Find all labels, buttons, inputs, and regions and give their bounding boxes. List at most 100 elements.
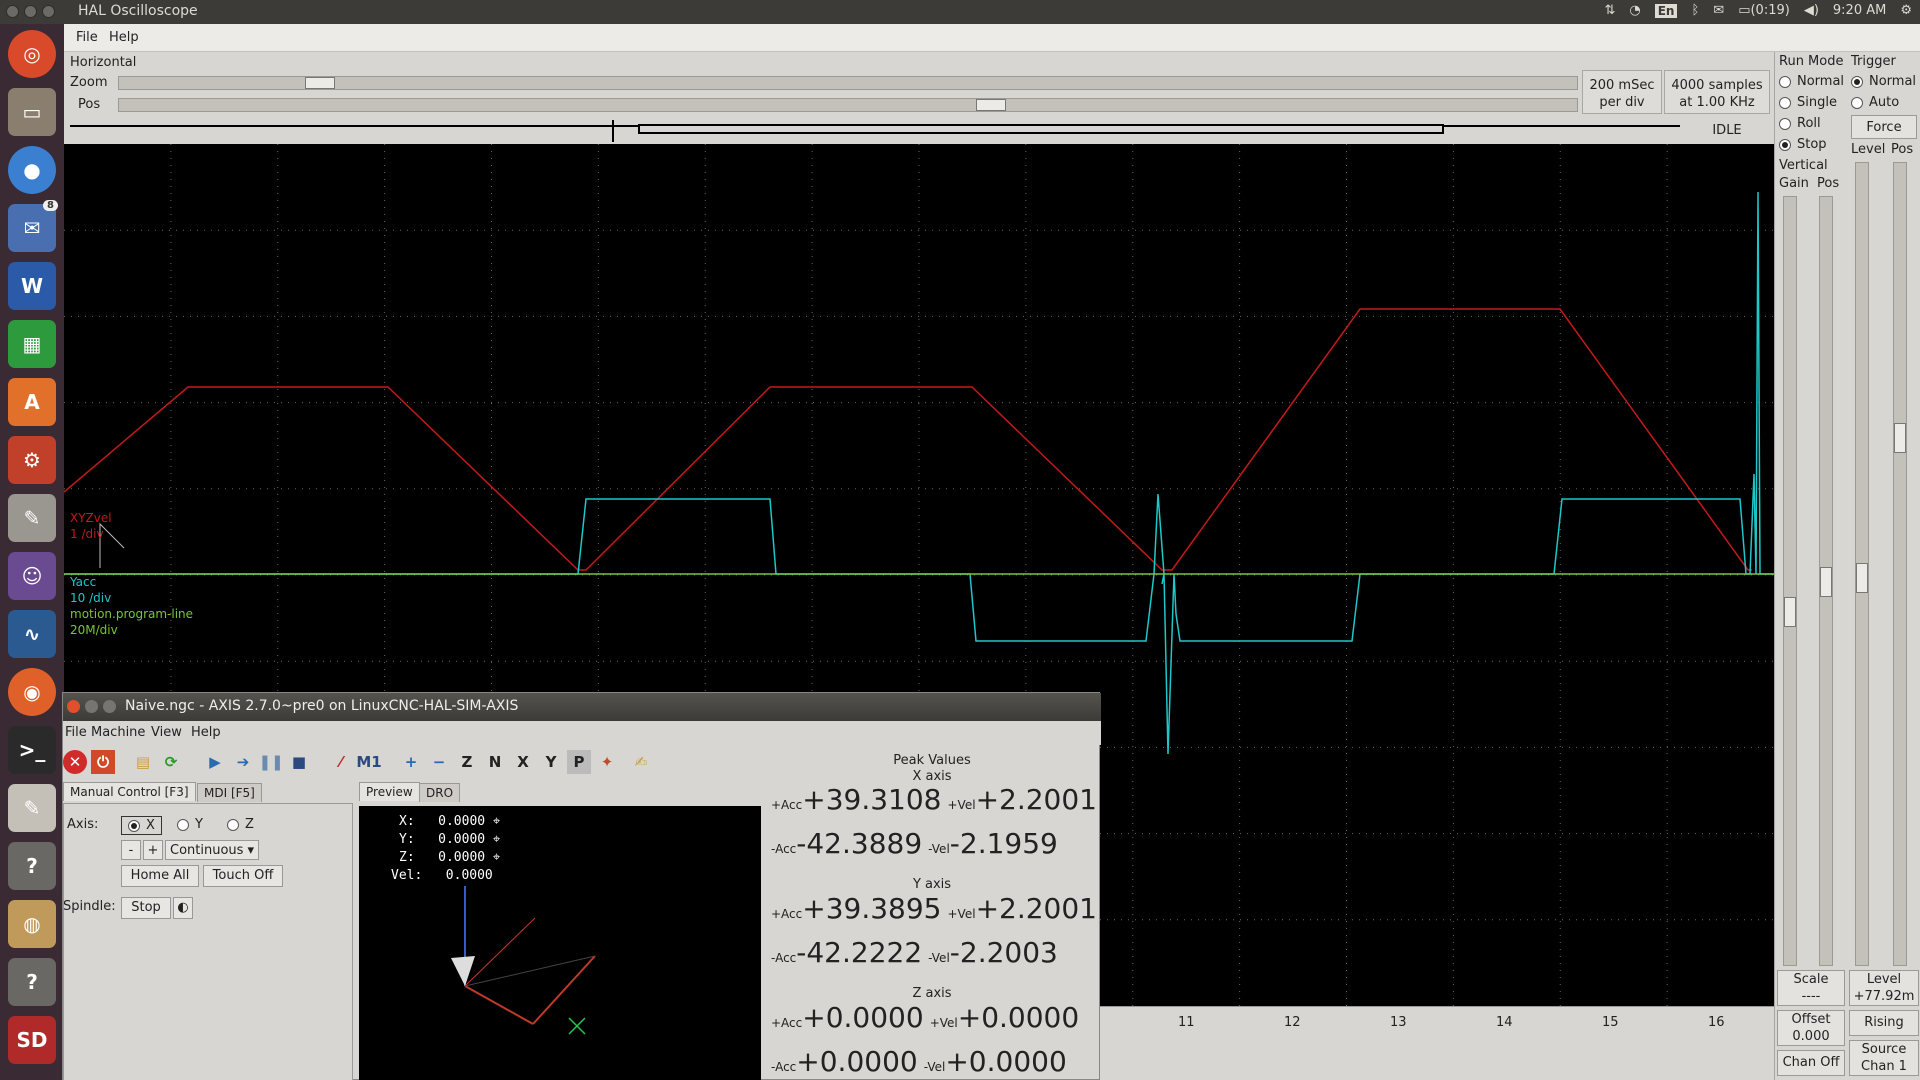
view-x-icon[interactable]: X — [511, 750, 535, 774]
chan-off-button[interactable]: Chan Off — [1777, 1050, 1845, 1076]
pos-slider[interactable] — [118, 98, 1578, 112]
record-window-indicator[interactable] — [638, 124, 1444, 134]
software-center-icon[interactable]: A — [8, 378, 56, 426]
zoom-out-icon[interactable]: − — [427, 750, 451, 774]
vertical-pos-slider[interactable] — [1819, 196, 1833, 966]
block-delete-icon[interactable]: ⁄ — [329, 750, 353, 774]
sd-card-icon[interactable]: SD — [8, 1016, 56, 1064]
run-mode-single[interactable]: Single — [1779, 95, 1837, 110]
axis-menu-file[interactable]: File — [65, 725, 87, 740]
home-all-button[interactable]: Home All — [121, 865, 199, 887]
vertical-pos-slider-knob[interactable] — [1820, 567, 1832, 597]
gain-slider-knob[interactable] — [1784, 597, 1796, 627]
maximize-window-button[interactable] — [42, 5, 55, 18]
stop-icon[interactable]: ■ — [287, 750, 311, 774]
bluetooth-icon[interactable]: ᛒ — [1691, 3, 1699, 18]
zoom-slider-knob[interactable] — [304, 77, 335, 89]
system-settings-icon[interactable]: ⚙ — [8, 436, 56, 484]
trigger-source-button[interactable]: Source Chan 1 — [1849, 1040, 1919, 1076]
zoom-slider[interactable] — [118, 76, 1578, 90]
run-icon[interactable]: ▶ — [203, 750, 227, 774]
open-file-icon[interactable]: ▤ — [131, 750, 155, 774]
run-mode-roll[interactable]: Roll — [1779, 116, 1821, 131]
view-z2-icon[interactable]: N — [483, 750, 507, 774]
touch-off-button[interactable]: Touch Off — [203, 865, 283, 887]
y-plus-vel: +2.2001 — [975, 892, 1097, 925]
thunderbird-icon[interactable]: ✉ 8 — [8, 200, 58, 252]
axis-y-radio[interactable]: Y — [177, 817, 203, 832]
trigger-normal[interactable]: Normal — [1851, 74, 1916, 89]
volume-icon[interactable]: ◀) — [1804, 3, 1819, 18]
battery-indicator[interactable]: ▭(0:19) — [1738, 3, 1790, 18]
files-icon[interactable]: ▭ — [8, 88, 56, 136]
axis-maximize-icon[interactable] — [103, 700, 116, 713]
run-mode-normal[interactable]: Normal — [1779, 74, 1844, 89]
offset-button[interactable]: Offset 0.000 — [1777, 1010, 1845, 1046]
close-window-button[interactable] — [6, 5, 19, 18]
jog-mode-select[interactable]: Continuous ▾ — [165, 840, 259, 860]
keyboard-layout[interactable]: En — [1654, 3, 1678, 18]
wifi-icon[interactable]: ◔ — [1629, 3, 1640, 18]
trigger-level-slider[interactable] — [1855, 162, 1869, 966]
gain-slider[interactable] — [1783, 196, 1797, 966]
optional-stop-icon[interactable]: M1 — [356, 750, 381, 774]
axis-menu-help[interactable]: Help — [191, 725, 221, 740]
unknown-app-icon[interactable]: ? — [8, 842, 56, 890]
settings-gear-icon[interactable]: ⚙ — [1900, 3, 1912, 18]
tab-preview[interactable]: Preview — [359, 782, 420, 801]
run-mode-stop[interactable]: Stop — [1779, 137, 1827, 152]
menu-help[interactable]: Help — [109, 30, 139, 45]
tab-manual-control[interactable]: Manual Control [F3] — [63, 782, 196, 801]
chromium-icon[interactable]: ● — [8, 146, 56, 194]
axis-menu-view[interactable]: View — [151, 725, 182, 740]
pos-slider-knob[interactable] — [975, 99, 1006, 111]
trigger-auto[interactable]: Auto — [1851, 95, 1899, 110]
trigger-edge-button[interactable]: Rising — [1849, 1010, 1919, 1036]
jog-minus-button[interactable]: - — [121, 840, 141, 860]
spindle-ccw-icon[interactable]: ◐ — [173, 897, 193, 919]
tools-icon[interactable]: ✎ — [8, 494, 56, 542]
unknown-app-icon-2[interactable]: ? — [8, 958, 56, 1006]
force-button[interactable]: Force — [1851, 115, 1917, 139]
terminal-icon[interactable]: >_ — [8, 726, 56, 774]
tab-dro[interactable]: DRO — [419, 783, 461, 802]
disk-utility-icon[interactable]: ◍ — [8, 900, 56, 948]
view-p-icon[interactable]: P — [567, 750, 591, 774]
trigger-pos-slider-knob[interactable] — [1894, 423, 1906, 453]
zoom-in-icon[interactable]: + — [399, 750, 423, 774]
x-plus-vel: +2.2001 — [975, 783, 1097, 816]
pidgin-icon[interactable]: ☺ — [8, 552, 56, 600]
trigger-level-slider-knob[interactable] — [1856, 563, 1868, 593]
axis-z-radio[interactable]: Z — [227, 817, 254, 832]
firefox-icon[interactable]: ◉ — [8, 668, 56, 716]
axis-minimize-icon[interactable] — [85, 700, 98, 713]
axis-menu-machine[interactable]: Machine — [91, 725, 145, 740]
view-z-icon[interactable]: Z — [455, 750, 479, 774]
step-icon[interactable]: ➔ — [231, 750, 255, 774]
mail-icon[interactable]: ✉ — [1713, 3, 1724, 18]
writer-icon[interactable]: W — [8, 262, 56, 310]
pause-icon[interactable]: ❚❚ — [258, 750, 283, 774]
tab-mdi[interactable]: MDI [F5] — [197, 783, 262, 802]
jog-plus-button[interactable]: + — [143, 840, 163, 860]
text-editor-icon[interactable]: ✎ — [8, 784, 56, 832]
clear-plot-icon[interactable]: ✍ — [629, 750, 653, 774]
clock[interactable]: 9:20 AM — [1833, 3, 1886, 18]
toolpath-preview[interactable]: X: 0.0000 ⌖ Y: 0.0000 ⌖ Z: 0.0000 ⌖ Vel:… — [359, 806, 761, 1080]
menu-file[interactable]: File — [76, 30, 98, 45]
machine-power-icon[interactable]: ⏻ — [91, 750, 115, 774]
trigger-pos-slider[interactable] — [1893, 162, 1907, 966]
minimize-window-button[interactable] — [24, 5, 37, 18]
rotate-icon[interactable]: ✦ — [595, 750, 619, 774]
axis-close-icon[interactable] — [67, 700, 80, 713]
calc-icon[interactable]: ▦ — [8, 320, 56, 368]
oscilloscope-icon[interactable]: ∿ — [8, 610, 56, 658]
network-icon[interactable]: ⇅ — [1604, 3, 1615, 18]
view-y-icon[interactable]: Y — [539, 750, 563, 774]
peak-x-axis-title: X axis — [912, 769, 952, 784]
dash-icon[interactable]: ◎ — [8, 30, 56, 78]
axis-x-radio[interactable]: X — [121, 816, 162, 835]
reload-icon[interactable]: ⟳ — [159, 750, 183, 774]
spindle-stop-button[interactable]: Stop — [121, 897, 171, 919]
estop-icon[interactable]: ✕ — [63, 750, 87, 774]
